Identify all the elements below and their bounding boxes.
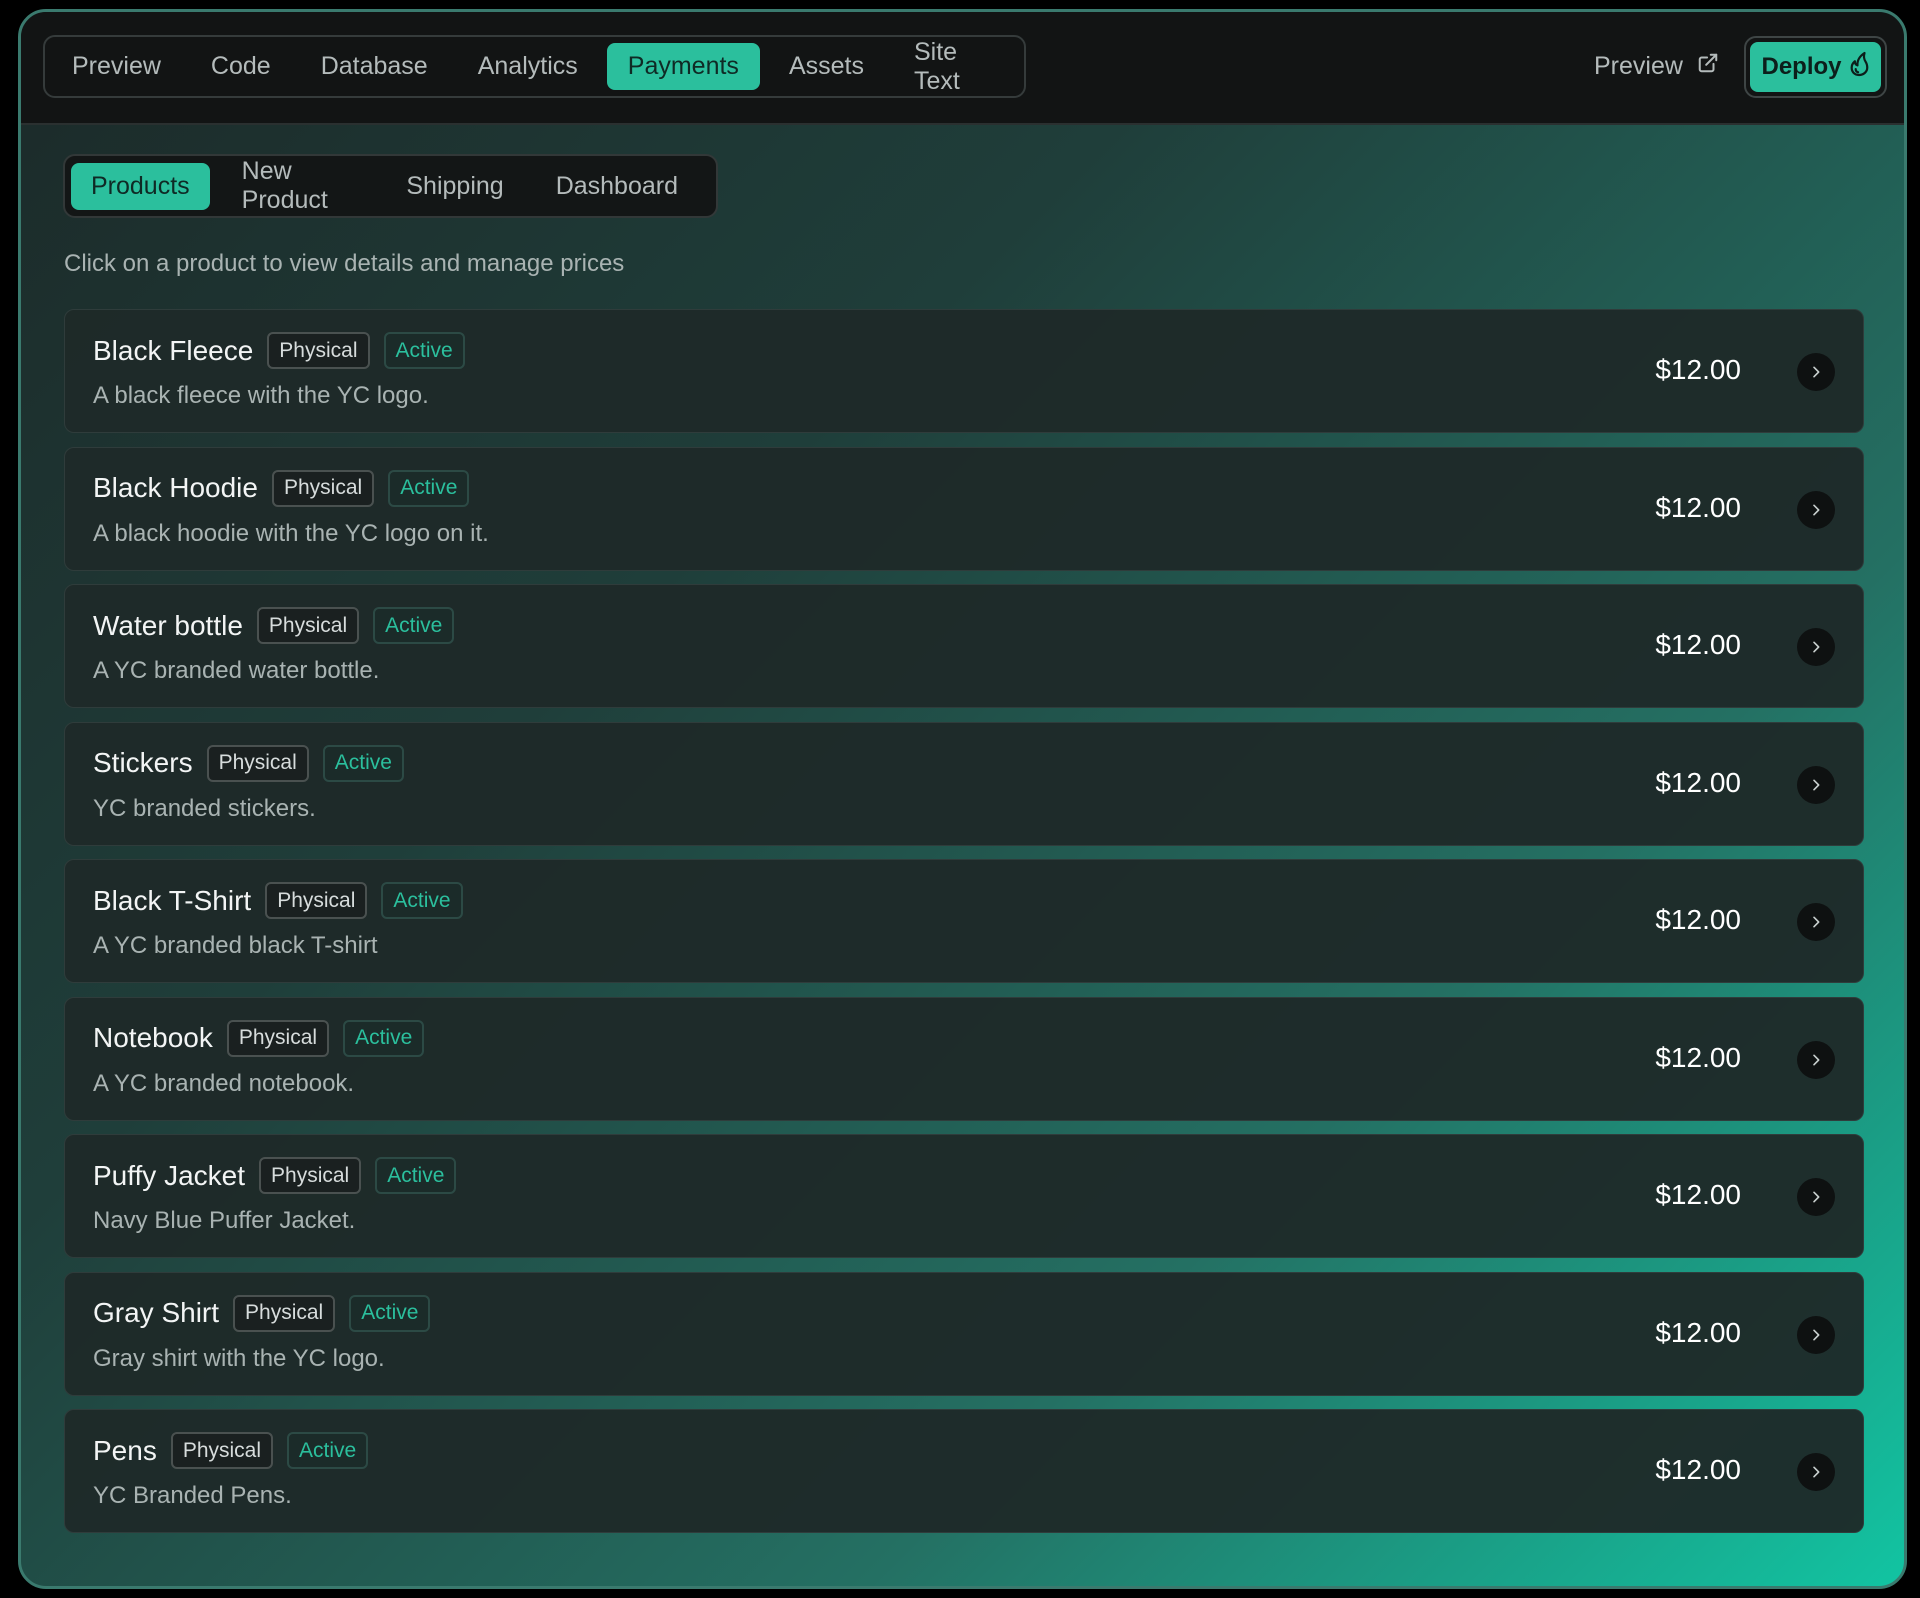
product-type-badge: Physical bbox=[271, 469, 375, 507]
chevron-right-icon[interactable] bbox=[1797, 903, 1835, 941]
product-type-badge: Physical bbox=[256, 607, 360, 644]
product-list: Black Fleece Physical Active A black fle… bbox=[64, 309, 1864, 1547]
external-link-icon bbox=[1697, 52, 1719, 81]
deploy-label: Deploy bbox=[1761, 53, 1842, 80]
app-window: Preview Code Database Analytics Payments… bbox=[18, 9, 1907, 1589]
product-card-header: Pens Physical Active bbox=[93, 1432, 369, 1469]
chevron-right-icon[interactable] bbox=[1797, 628, 1835, 666]
tab-assets[interactable]: Assets bbox=[768, 43, 885, 90]
product-description: A YC branded water bottle. bbox=[93, 657, 380, 684]
chevron-right-icon[interactable] bbox=[1797, 353, 1835, 391]
product-type-badge: Physical bbox=[206, 744, 309, 782]
tab-products[interactable]: Products bbox=[71, 162, 210, 210]
product-card-header: Black Fleece Physical Active bbox=[93, 332, 465, 369]
product-card-5[interactable]: Black T-Shirt Physical Active A YC brand… bbox=[64, 859, 1864, 983]
product-status-badge: Active bbox=[388, 469, 470, 507]
flame-icon bbox=[1848, 51, 1870, 84]
product-type-badge: Physical bbox=[226, 1019, 330, 1057]
product-description: A YC branded black T-shirt bbox=[93, 932, 378, 959]
product-card-9[interactable]: Pens Physical Active YC Branded Pens. $1… bbox=[64, 1409, 1864, 1533]
product-description: A black fleece with the YC logo. bbox=[93, 382, 429, 409]
product-type-badge: Physical bbox=[233, 1294, 336, 1332]
product-status-badge: Active bbox=[375, 1157, 457, 1194]
tab-database[interactable]: Database bbox=[300, 43, 449, 90]
tab-dashboard[interactable]: Dashboard bbox=[536, 163, 698, 210]
tab-site-text[interactable]: Site Text bbox=[893, 38, 1010, 95]
product-price: $12.00 bbox=[1655, 766, 1741, 798]
product-type-badge: Physical bbox=[170, 1432, 274, 1469]
product-type-badge: Physical bbox=[265, 882, 368, 919]
tab-preview[interactable]: Preview bbox=[51, 43, 182, 90]
product-price: $12.00 bbox=[1655, 629, 1741, 660]
product-card-header: Stickers Physical Active bbox=[93, 744, 404, 782]
product-card-8[interactable]: Gray Shirt Physical Active Gray shirt wi… bbox=[64, 1271, 1864, 1396]
product-name: Stickers bbox=[93, 747, 193, 778]
product-name: Black T-Shirt bbox=[93, 884, 252, 916]
product-card-7[interactable]: Puffy Jacket Physical Active Navy Blue P… bbox=[64, 1134, 1864, 1258]
tab-payments[interactable]: Payments bbox=[606, 43, 760, 90]
preview-link[interactable]: Preview bbox=[1594, 35, 1719, 98]
page-subtitle: Click on a product to view details and m… bbox=[64, 250, 625, 277]
product-description: A black hoodie with the YC logo on it. bbox=[93, 519, 489, 547]
product-card-header: Black T-Shirt Physical Active bbox=[93, 882, 463, 919]
product-status-badge: Active bbox=[349, 1294, 431, 1332]
product-name: Gray Shirt bbox=[93, 1297, 220, 1328]
product-type-badge: Physical bbox=[259, 1157, 362, 1194]
product-price: $12.00 bbox=[1655, 1316, 1741, 1348]
product-description: YC branded stickers. bbox=[93, 794, 316, 822]
product-card-3[interactable]: Water bottle Physical Active A YC brande… bbox=[64, 584, 1864, 708]
product-status-badge: Active bbox=[322, 744, 404, 782]
product-status-badge: Active bbox=[373, 607, 455, 644]
preview-link-label: Preview bbox=[1594, 52, 1683, 80]
chevron-right-icon[interactable] bbox=[1797, 1453, 1835, 1491]
product-type-badge: Physical bbox=[267, 332, 370, 369]
product-name: Notebook bbox=[93, 1022, 213, 1053]
product-card-header: Puffy Jacket Physical Active bbox=[93, 1157, 457, 1194]
product-card-header: Notebook Physical Active bbox=[93, 1019, 425, 1057]
chevron-right-icon[interactable] bbox=[1797, 1178, 1835, 1216]
tab-code[interactable]: Code bbox=[190, 43, 292, 90]
tab-new-product[interactable]: New Product bbox=[222, 157, 375, 214]
chevron-right-icon[interactable] bbox=[1797, 765, 1835, 804]
product-status-badge: Active bbox=[287, 1432, 369, 1469]
deploy-button-frame: Deploy bbox=[1744, 36, 1887, 98]
product-card-2[interactable]: Black Hoodie Physical Active A black hoo… bbox=[64, 446, 1864, 571]
product-description: Navy Blue Puffer Jacket. bbox=[93, 1207, 356, 1234]
product-status-badge: Active bbox=[383, 332, 465, 369]
deploy-button[interactable]: Deploy bbox=[1750, 42, 1881, 92]
tab-shipping[interactable]: Shipping bbox=[386, 163, 523, 210]
product-price: $12.00 bbox=[1655, 904, 1741, 935]
product-card-6[interactable]: Notebook Physical Active A YC branded no… bbox=[64, 996, 1864, 1121]
product-price: $12.00 bbox=[1655, 1454, 1741, 1485]
tab-analytics[interactable]: Analytics bbox=[457, 43, 599, 90]
product-card-header: Water bottle Physical Active bbox=[93, 607, 455, 644]
product-price: $12.00 bbox=[1655, 1179, 1741, 1210]
product-name: Puffy Jacket bbox=[93, 1159, 246, 1191]
product-name: Black Fleece bbox=[93, 334, 254, 366]
chevron-right-icon[interactable] bbox=[1797, 1040, 1835, 1079]
product-price: $12.00 bbox=[1655, 491, 1741, 523]
chevron-right-icon[interactable] bbox=[1797, 1315, 1835, 1354]
sub-tab-bar: Products New Product Shipping Dashboard bbox=[63, 154, 718, 218]
product-card-header: Gray Shirt Physical Active bbox=[93, 1294, 431, 1332]
product-price: $12.00 bbox=[1655, 354, 1741, 385]
product-status-badge: Active bbox=[381, 882, 463, 919]
product-name: Pens bbox=[93, 1434, 157, 1466]
product-status-badge: Active bbox=[343, 1019, 425, 1057]
main-tab-bar: Preview Code Database Analytics Payments… bbox=[43, 35, 1026, 98]
product-card-header: Black Hoodie Physical Active bbox=[93, 469, 470, 507]
chevron-right-icon[interactable] bbox=[1797, 490, 1835, 529]
product-name: Water bottle bbox=[93, 609, 243, 641]
product-description: YC Branded Pens. bbox=[93, 1482, 292, 1509]
product-card-1[interactable]: Black Fleece Physical Active A black fle… bbox=[64, 309, 1864, 433]
product-card-4[interactable]: Stickers Physical Active YC branded stic… bbox=[64, 721, 1864, 846]
top-bar: Preview Code Database Analytics Payments… bbox=[21, 12, 1904, 125]
product-description: A YC branded notebook. bbox=[93, 1069, 355, 1097]
product-description: Gray shirt with the YC logo. bbox=[93, 1344, 385, 1372]
product-name: Black Hoodie bbox=[93, 472, 258, 503]
product-price: $12.00 bbox=[1655, 1041, 1741, 1073]
